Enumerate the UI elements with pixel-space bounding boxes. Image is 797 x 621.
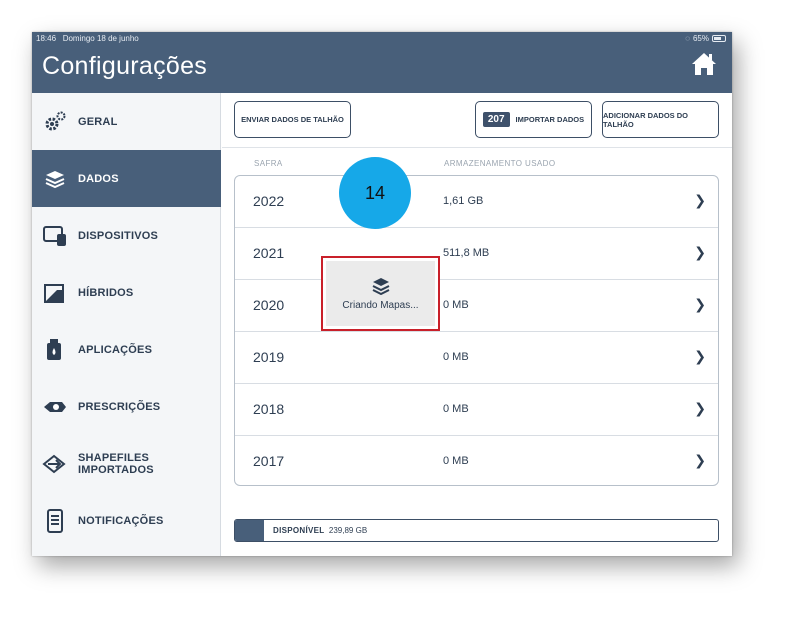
row-size: 0 MB xyxy=(443,299,469,311)
row-size: 0 MB xyxy=(443,455,469,467)
battery-icon xyxy=(712,35,726,42)
loading-dialog: Criando Mapas... xyxy=(321,256,440,331)
import-count-badge: 207 xyxy=(482,112,510,127)
add-field-data-button[interactable]: ADICIONAR DADOS DO TALHÃO xyxy=(602,101,719,138)
sidebar-item-aplicacoes[interactable]: APLICAÇÕES xyxy=(32,321,221,378)
notifications-icon xyxy=(42,508,68,534)
storage-bar-fill xyxy=(235,520,264,541)
chevron-right-icon: ❯ xyxy=(694,244,706,260)
row-size: 0 MB xyxy=(443,351,469,363)
row-year: 2021 xyxy=(253,245,285,261)
sidebar-item-dispositivos[interactable]: DISPOSITIVOS xyxy=(32,207,221,264)
prescriptions-icon xyxy=(42,394,68,420)
storage-value: 239,89 GB xyxy=(328,526,368,535)
send-field-data-button[interactable]: ENVIAR DADOS DE TALHÃO xyxy=(234,101,351,138)
step-number-badge: 14 xyxy=(339,157,411,229)
row-year: 2022 xyxy=(253,193,285,209)
import-arrow-icon xyxy=(42,451,68,477)
sidebar-item-label: NOTIFICAÇÕES xyxy=(78,514,164,527)
chevron-right-icon: ❯ xyxy=(694,400,706,416)
status-indicators: ◌ 65% xyxy=(685,34,726,43)
table-row[interactable]: 2019 0 MB ❯ xyxy=(235,332,718,384)
row-size: 511,8 MB xyxy=(443,247,490,259)
storage-bar: DISPONÍVEL 239,89 GB xyxy=(234,519,719,542)
import-data-label: IMPORTAR DADOS xyxy=(515,115,585,124)
sidebar-item-label: PRESCRIÇÕES xyxy=(78,400,161,413)
sidebar-item-label: HÍBRIDOS xyxy=(78,286,134,299)
layers-icon xyxy=(372,277,389,295)
chevron-right-icon: ❯ xyxy=(694,296,706,312)
hybrids-icon xyxy=(42,280,68,306)
sidebar-item-shapefiles[interactable]: SHAPEFILES IMPORTADOS xyxy=(32,435,221,492)
status-time: 18:46 xyxy=(36,34,57,43)
sidebar: GERAL DADOS DISPOSITIVOS HÍBRIDOS APLICA… xyxy=(32,93,221,556)
toolbar: ENVIAR DADOS DE TALHÃO 207 IMPORTAR DADO… xyxy=(222,93,732,148)
row-year: 2019 xyxy=(253,349,285,365)
chevron-right-icon: ❯ xyxy=(694,452,706,468)
storage-label: DISPONÍVEL xyxy=(273,526,325,535)
layers-icon xyxy=(42,166,68,192)
sidebar-item-label: APLICAÇÕES xyxy=(78,343,153,356)
chevron-right-icon: ❯ xyxy=(694,192,706,208)
loading-label: Criando Mapas... xyxy=(342,299,419,311)
sidebar-item-label: GERAL xyxy=(78,115,118,128)
home-button[interactable] xyxy=(690,50,718,78)
row-year: 2018 xyxy=(253,401,285,417)
storage-text: DISPONÍVEL 239,89 GB xyxy=(273,526,367,535)
wifi-icon: ◌ xyxy=(685,34,690,43)
column-header-storage: ARMAZENAMENTO USADO xyxy=(444,159,556,168)
page-title: Configurações xyxy=(42,52,208,80)
sidebar-item-label: DISPOSITIVOS xyxy=(78,229,159,242)
sidebar-item-label: DADOS xyxy=(78,172,119,185)
row-size: 0 MB xyxy=(443,403,469,415)
chevron-right-icon: ❯ xyxy=(694,348,706,364)
sidebar-item-prescricoes[interactable]: PRESCRIÇÕES xyxy=(32,378,221,435)
home-icon xyxy=(692,53,716,75)
season-table: 2022 1,61 GB ❯ 2021 511,8 MB ❯ 2020 0 MB… xyxy=(234,175,719,486)
column-header-safra: SAFRA xyxy=(254,159,283,168)
table-row[interactable]: 2022 1,61 GB ❯ xyxy=(235,176,718,228)
row-year: 2017 xyxy=(253,453,285,469)
loading-dialog-body: Criando Mapas... xyxy=(326,261,435,326)
status-time-date: 18:46 Domingo 18 de junho xyxy=(36,34,139,43)
devices-icon xyxy=(42,223,68,249)
applications-icon xyxy=(42,337,68,363)
table-row[interactable]: 2018 0 MB ❯ xyxy=(235,384,718,436)
tablet-screen: 18:46 Domingo 18 de junho ◌ 65% Configur… xyxy=(32,32,732,556)
table-row[interactable]: 2017 0 MB ❯ xyxy=(235,436,718,485)
gear-icon xyxy=(42,109,68,135)
row-year: 2020 xyxy=(253,297,285,313)
sidebar-item-label: SHAPEFILES IMPORTADOS xyxy=(78,451,154,476)
table-row[interactable]: 2021 511,8 MB ❯ xyxy=(235,228,718,280)
sidebar-item-dados[interactable]: DADOS xyxy=(32,150,221,207)
sidebar-item-notificacoes[interactable]: NOTIFICAÇÕES xyxy=(32,492,221,549)
app-header: 18:46 Domingo 18 de junho ◌ 65% Configur… xyxy=(32,32,732,93)
sidebar-item-geral[interactable]: GERAL xyxy=(32,93,221,150)
main-content: ENVIAR DADOS DE TALHÃO 207 IMPORTAR DADO… xyxy=(222,93,732,556)
table-row[interactable]: 2020 0 MB ❯ xyxy=(235,280,718,332)
battery-percent: 65% xyxy=(692,34,709,43)
import-data-button[interactable]: 207 IMPORTAR DADOS xyxy=(475,101,592,138)
row-size: 1,61 GB xyxy=(443,195,484,207)
sidebar-item-hibridos[interactable]: HÍBRIDOS xyxy=(32,264,221,321)
status-date: Domingo 18 de junho xyxy=(62,34,139,43)
